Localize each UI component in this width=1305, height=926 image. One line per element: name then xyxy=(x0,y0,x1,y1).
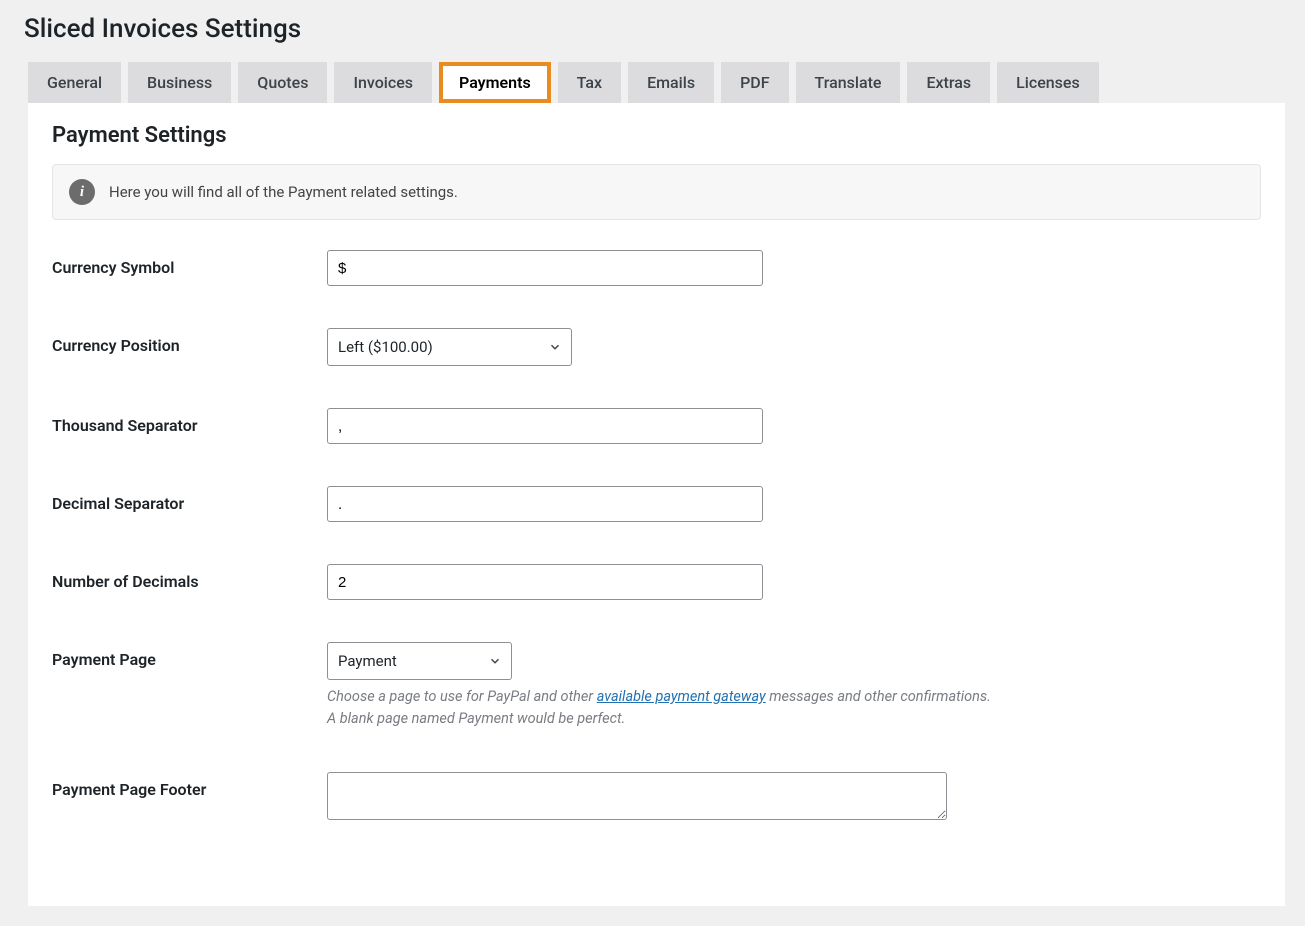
tab-pdf[interactable]: PDF xyxy=(721,62,788,103)
tab-quotes[interactable]: Quotes xyxy=(238,62,327,103)
available-payment-gateway-link[interactable]: available payment gateway xyxy=(597,688,766,705)
tabs-nav: General Business Quotes Invoices Payment… xyxy=(28,62,1285,103)
info-banner-text: Here you will find all of the Payment re… xyxy=(109,183,458,201)
tab-emails[interactable]: Emails xyxy=(628,62,714,103)
payment-page-select[interactable]: Payment xyxy=(327,642,512,680)
decimal-separator-input[interactable] xyxy=(327,486,763,522)
tab-business[interactable]: Business xyxy=(128,62,231,103)
tab-translate[interactable]: Translate xyxy=(796,62,901,103)
tab-general[interactable]: General xyxy=(28,62,121,103)
decimal-separator-label: Decimal Separator xyxy=(52,486,327,513)
number-of-decimals-input[interactable] xyxy=(327,564,763,600)
number-of-decimals-label: Number of Decimals xyxy=(52,564,327,591)
currency-symbol-input[interactable] xyxy=(327,250,763,286)
info-icon: i xyxy=(69,179,95,205)
thousand-separator-label: Thousand Separator xyxy=(52,408,327,435)
currency-position-select[interactable]: Left ($100.00) xyxy=(327,328,572,366)
currency-position-value: Left ($100.00) xyxy=(338,338,433,356)
info-banner: i Here you will find all of the Payment … xyxy=(52,164,1261,220)
tab-invoices[interactable]: Invoices xyxy=(334,62,432,103)
payment-page-value: Payment xyxy=(338,652,397,670)
tab-extras[interactable]: Extras xyxy=(907,62,990,103)
thousand-separator-input[interactable] xyxy=(327,408,763,444)
page-title: Sliced Invoices Settings xyxy=(20,0,1285,62)
tab-licenses[interactable]: Licenses xyxy=(997,62,1099,103)
currency-symbol-label: Currency Symbol xyxy=(52,250,327,277)
tab-payments[interactable]: Payments xyxy=(439,62,551,103)
payment-page-label: Payment Page xyxy=(52,642,327,669)
payment-page-footer-label: Payment Page Footer xyxy=(52,772,327,799)
section-title: Payment Settings xyxy=(52,123,1261,148)
payment-page-footer-input[interactable] xyxy=(327,772,947,820)
currency-position-label: Currency Position xyxy=(52,328,327,355)
tab-tax[interactable]: Tax xyxy=(558,62,621,103)
content-panel: Payment Settings i Here you will find al… xyxy=(28,103,1285,906)
payment-page-help: Choose a page to use for PayPal and othe… xyxy=(327,686,1261,730)
